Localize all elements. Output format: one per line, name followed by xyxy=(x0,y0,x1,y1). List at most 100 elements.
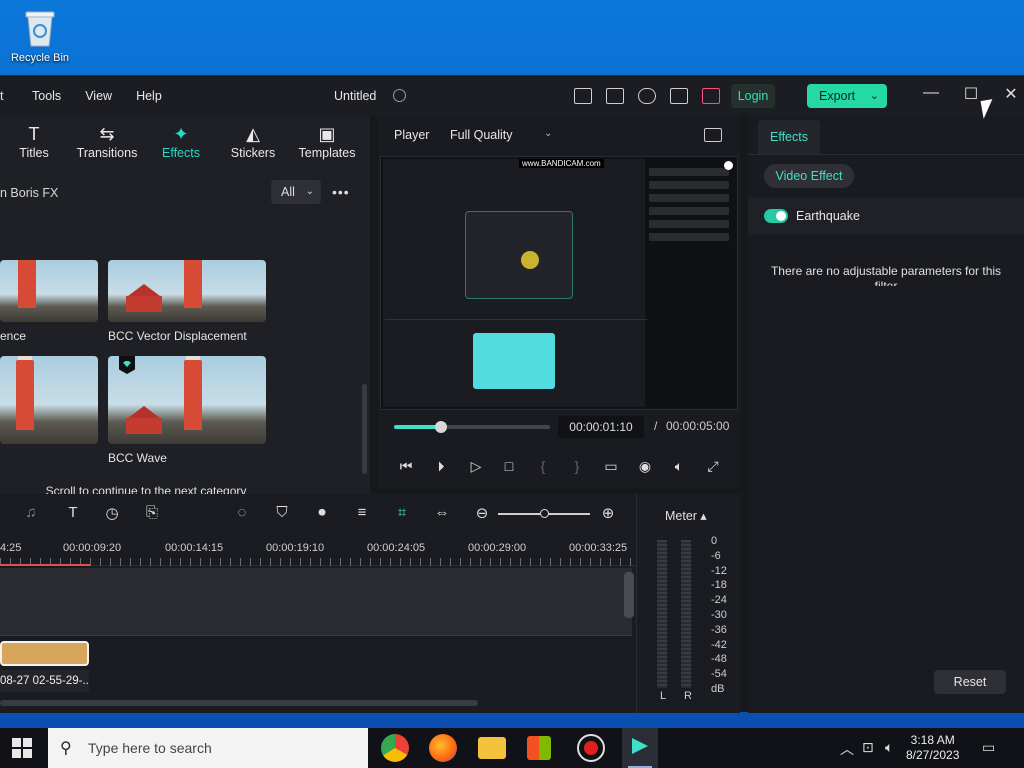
speech-to-text-icon[interactable]: ⎘ xyxy=(141,504,163,521)
render-preview-icon[interactable]: ◌ xyxy=(231,504,253,521)
quality-dropdown[interactable]: Full Quality xyxy=(450,128,513,142)
effect-toggle[interactable] xyxy=(764,209,788,223)
audio-mix-icon[interactable]: ≡ xyxy=(351,504,373,521)
volume-icon[interactable]: 🔈︎ xyxy=(669,458,689,475)
menu-item-help[interactable]: Help xyxy=(124,89,174,103)
track-scrollbar[interactable] xyxy=(624,572,634,618)
ruler-label: 00:00:19:10 xyxy=(266,542,325,554)
network-icon[interactable]: ⊡ xyxy=(862,739,874,756)
tab-transitions[interactable]: ⇆ Transitions xyxy=(76,122,138,160)
notifications-icon[interactable]: ▭ xyxy=(982,739,995,756)
chrome-icon[interactable] xyxy=(381,734,409,762)
menu-bar: t Tools View Help xyxy=(0,89,174,103)
cart-icon[interactable] xyxy=(702,88,720,104)
fit-timeline-icon[interactable]: ⇔ xyxy=(431,504,453,521)
record-icon[interactable] xyxy=(577,734,605,762)
clock[interactable]: 3:18 AM 8/27/2023 xyxy=(906,733,959,763)
effect-thumbnail[interactable] xyxy=(0,260,98,322)
filter-dropdown[interactable]: All ⌄ xyxy=(271,180,321,204)
video-clip[interactable]: 08-27 02-55-29-... xyxy=(0,670,89,692)
filmora-taskbar-button[interactable] xyxy=(622,728,658,768)
preview-side-panel xyxy=(649,163,729,273)
audio-meter: Meter ▴ 0 -6 -12 -18 -24 -30 -36 -42 -48… xyxy=(636,494,740,713)
mark-out-icon[interactable]: } xyxy=(567,458,587,474)
waveform-icon[interactable] xyxy=(704,128,722,142)
minimize-icon[interactable]: — xyxy=(919,84,943,102)
chevron-up-icon[interactable]: ︿ xyxy=(840,739,854,759)
fullscreen-icon[interactable]: ⤢ xyxy=(703,458,723,475)
watermark: www.BANDICAM.com xyxy=(519,159,604,168)
apps-grid-icon[interactable] xyxy=(670,88,688,104)
mark-in-icon[interactable]: { xyxy=(533,458,553,474)
cloud-upload-icon[interactable] xyxy=(638,88,656,104)
preview-close-icon xyxy=(724,161,733,170)
tab-titles[interactable]: T Titles xyxy=(14,122,54,160)
search-icon: ⚲ xyxy=(60,740,72,757)
meter-tick: -30 xyxy=(711,608,727,621)
snapshot-icon[interactable]: ◉ xyxy=(635,458,655,475)
effect-thumbnail[interactable] xyxy=(108,260,266,322)
store-icon[interactable] xyxy=(527,736,551,760)
microphone-icon[interactable]: ⏺ xyxy=(311,504,333,521)
tab-effects-properties[interactable]: Effects xyxy=(758,120,820,154)
meter-tick: -18 xyxy=(711,579,727,592)
snap-icon[interactable]: ⌗ xyxy=(391,504,413,521)
windows-start-icon[interactable] xyxy=(12,738,32,758)
meter-tick: dB xyxy=(711,682,725,695)
menu-item-view[interactable]: View xyxy=(73,89,124,103)
media-library-panel: T Titles ⇆ Transitions ✦ Effects ◭ Stick… xyxy=(0,116,370,511)
library-scrollbar[interactable] xyxy=(362,384,367,474)
play-icon[interactable]: ▷ xyxy=(466,458,486,475)
firefox-icon[interactable] xyxy=(429,734,457,762)
step-forward-icon[interactable]: ⏵ xyxy=(431,458,451,475)
taskbar-search[interactable]: ⚲ Type here to search xyxy=(48,728,368,768)
chevron-down-icon[interactable]: ⌄ xyxy=(544,128,552,139)
export-button[interactable]: Export ⌄ xyxy=(807,84,887,108)
display-icon[interactable]: ▭ xyxy=(601,458,621,475)
playhead-progress xyxy=(0,564,90,566)
more-options-icon[interactable]: ••• xyxy=(332,184,350,200)
timeline-track[interactable] xyxy=(0,568,632,636)
close-icon[interactable]: ✕ xyxy=(999,84,1023,104)
layout-icon[interactable] xyxy=(574,88,592,104)
marker-icon[interactable]: ⛉ xyxy=(271,504,293,521)
export-label: Export xyxy=(819,89,856,103)
menu-item-edit-partial[interactable]: t xyxy=(0,89,6,103)
filmora-window: t Tools View Help Untitled Login Export … xyxy=(0,75,1024,713)
stickers-icon: ◭ xyxy=(246,124,260,144)
tab-effects[interactable]: ✦ Effects xyxy=(160,122,202,160)
menu-item-tools[interactable]: Tools xyxy=(20,89,73,103)
file-explorer-icon[interactable] xyxy=(478,737,506,759)
volume-icon[interactable]: 🔈︎ xyxy=(885,739,893,756)
tab-label: Templates xyxy=(298,146,356,160)
playback-progress[interactable] xyxy=(394,421,550,433)
video-effect-button[interactable]: Video Effect xyxy=(764,164,854,188)
meter-toggle[interactable]: Meter ▴ xyxy=(665,508,707,523)
audio-stretch-icon[interactable]: ♫ xyxy=(20,504,42,521)
reset-button[interactable]: Reset xyxy=(934,670,1006,694)
zoom-out-icon[interactable]: ⊖ xyxy=(471,504,493,522)
recycle-bin-icon xyxy=(22,8,58,48)
timeline-horizontal-scrollbar[interactable] xyxy=(0,700,478,706)
preview-canvas[interactable]: www.BANDICAM.com xyxy=(380,156,738,410)
save-icon[interactable] xyxy=(606,88,624,104)
timer-icon[interactable]: ◷ xyxy=(101,504,123,522)
text-icon[interactable]: T xyxy=(62,504,84,521)
chevron-down-icon[interactable]: ⌄ xyxy=(870,84,879,108)
timeline-ruler[interactable]: 4:25 00:00:09:20 00:00:14:15 00:00:19:10… xyxy=(0,538,636,566)
effect-clip[interactable] xyxy=(0,641,89,666)
zoom-knob[interactable] xyxy=(540,509,549,518)
previous-frame-icon[interactable]: ⏮ xyxy=(396,458,416,475)
stop-icon[interactable]: □ xyxy=(499,458,519,474)
login-button[interactable]: Login xyxy=(731,84,775,108)
tab-stickers[interactable]: ◭ Stickers xyxy=(230,122,276,160)
effect-thumbnail[interactable] xyxy=(0,356,98,444)
tab-templates[interactable]: ▣ Templates xyxy=(298,122,356,160)
recycle-bin[interactable]: Recycle Bin xyxy=(6,6,74,64)
search-placeholder: Type here to search xyxy=(88,740,212,756)
house-image xyxy=(126,284,162,312)
maximize-icon[interactable]: ☐ xyxy=(959,84,983,104)
progress-knob[interactable] xyxy=(434,421,447,433)
title-bar: t Tools View Help Untitled Login Export … xyxy=(0,76,1024,116)
zoom-in-icon[interactable]: ⊕ xyxy=(597,504,619,522)
